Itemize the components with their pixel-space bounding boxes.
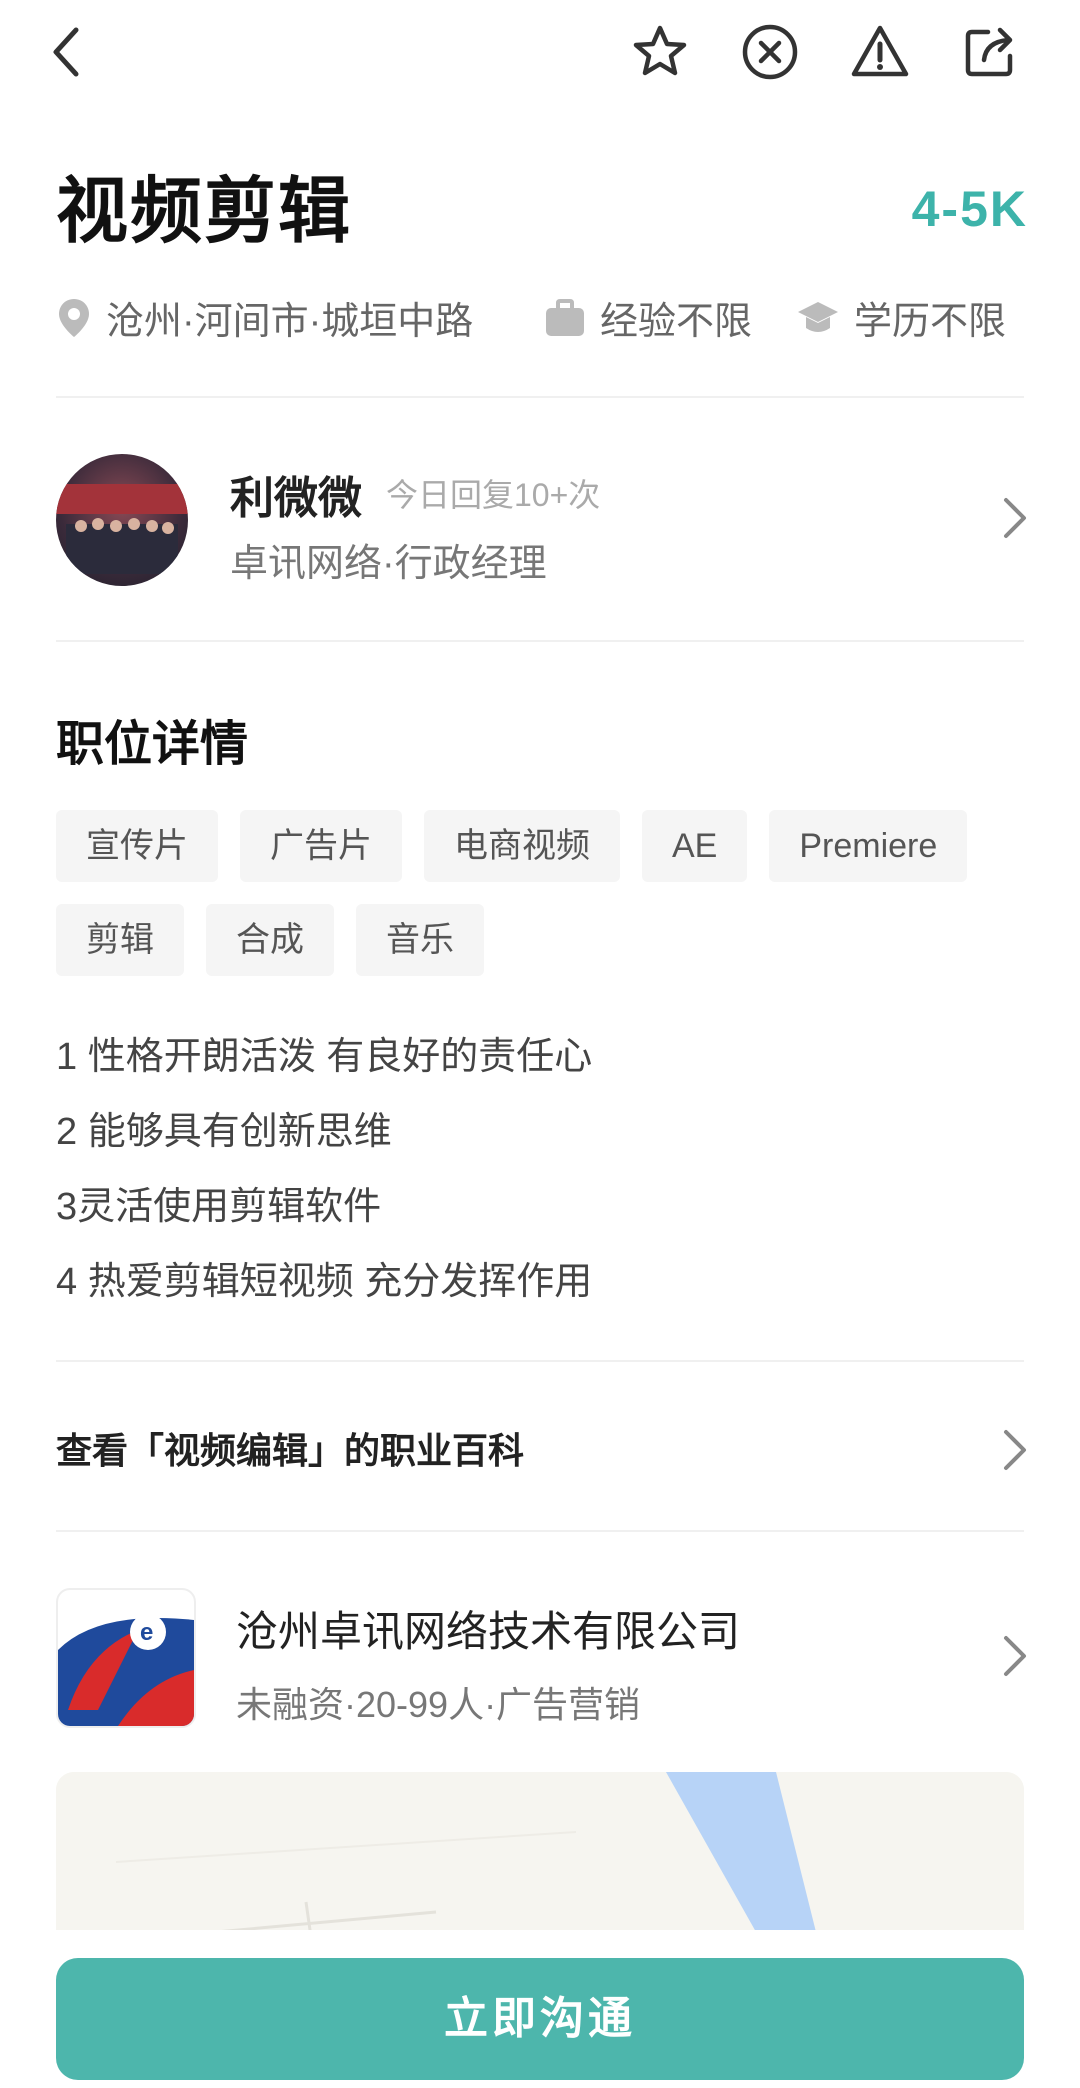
briefcase-icon xyxy=(546,298,584,336)
company-logo: e xyxy=(56,1588,196,1728)
skill-tag: 音乐 xyxy=(356,904,484,976)
divider xyxy=(56,1530,1024,1532)
skill-tag: 剪辑 xyxy=(56,904,184,976)
reply-info: 今日回复10+次 xyxy=(386,477,601,513)
skill-tag: Premiere xyxy=(769,810,968,882)
description-line: 4 热爱剪辑短视频 充分发挥作用 xyxy=(56,1261,593,1303)
job-title: 视频剪辑 xyxy=(56,172,353,252)
skill-tag: 电商视频 xyxy=(424,810,620,882)
share-icon[interactable] xyxy=(958,20,1022,84)
divider xyxy=(56,640,1024,642)
description-line: 1 性格开朗活泼 有良好的责任心 xyxy=(56,1036,593,1078)
skill-tag: AE xyxy=(642,810,748,882)
close-circle-icon[interactable] xyxy=(738,20,802,84)
skill-tags: 宣传片 广告片 电商视频 AE Premiere 剪辑 合成 音乐 xyxy=(56,810,1024,976)
chevron-right-icon xyxy=(1000,492,1032,549)
skill-tag: 合成 xyxy=(206,904,334,976)
education: 学历不限 xyxy=(796,290,1006,345)
job-description: 1 性格开朗活泼 有良好的责任心 2 能够具有创新思维 3灵活使用剪辑软件 4 … xyxy=(56,1020,592,1320)
recruiter-name: 利微微 xyxy=(230,474,362,523)
description-line: 3灵活使用剪辑软件 xyxy=(56,1186,382,1228)
star-icon[interactable] xyxy=(628,20,692,84)
skill-tag: 宣传片 xyxy=(56,810,218,882)
back-icon[interactable] xyxy=(36,20,100,84)
svg-text:e: e xyxy=(140,1619,153,1646)
location-pin-icon xyxy=(59,298,89,337)
graduation-cap-icon xyxy=(798,301,838,332)
avatar[interactable] xyxy=(56,454,188,586)
description-line: 2 能够具有创新思维 xyxy=(56,1111,392,1153)
warning-icon[interactable] xyxy=(848,20,912,84)
recruiter-role: 卓讯网络·行政经理 xyxy=(230,543,547,585)
company-name: 沧州卓讯网络技术有限公司 xyxy=(236,1608,741,1655)
skill-tag: 广告片 xyxy=(240,810,402,882)
location: 沧州·河间市·城垣中路 xyxy=(56,290,473,345)
chat-now-button[interactable]: 立即沟通 xyxy=(56,1958,1024,2080)
career-wiki-label: 查看「视频编辑」的职业百科 xyxy=(56,1430,525,1471)
location-text: 沧州·河间市·城垣中路 xyxy=(106,301,474,343)
section-title: 职位详情 xyxy=(56,718,249,771)
experience-text: 经验不限 xyxy=(600,301,753,343)
divider xyxy=(56,396,1024,398)
experience: 经验不限 xyxy=(544,290,752,345)
education-text: 学历不限 xyxy=(854,301,1007,343)
divider xyxy=(56,1360,1024,1362)
chevron-right-icon xyxy=(1000,1630,1032,1687)
salary: 4-5K xyxy=(911,181,1028,237)
chevron-right-icon xyxy=(1000,1424,1032,1481)
company-info: 未融资·20-99人·广告营销 xyxy=(236,1684,641,1725)
